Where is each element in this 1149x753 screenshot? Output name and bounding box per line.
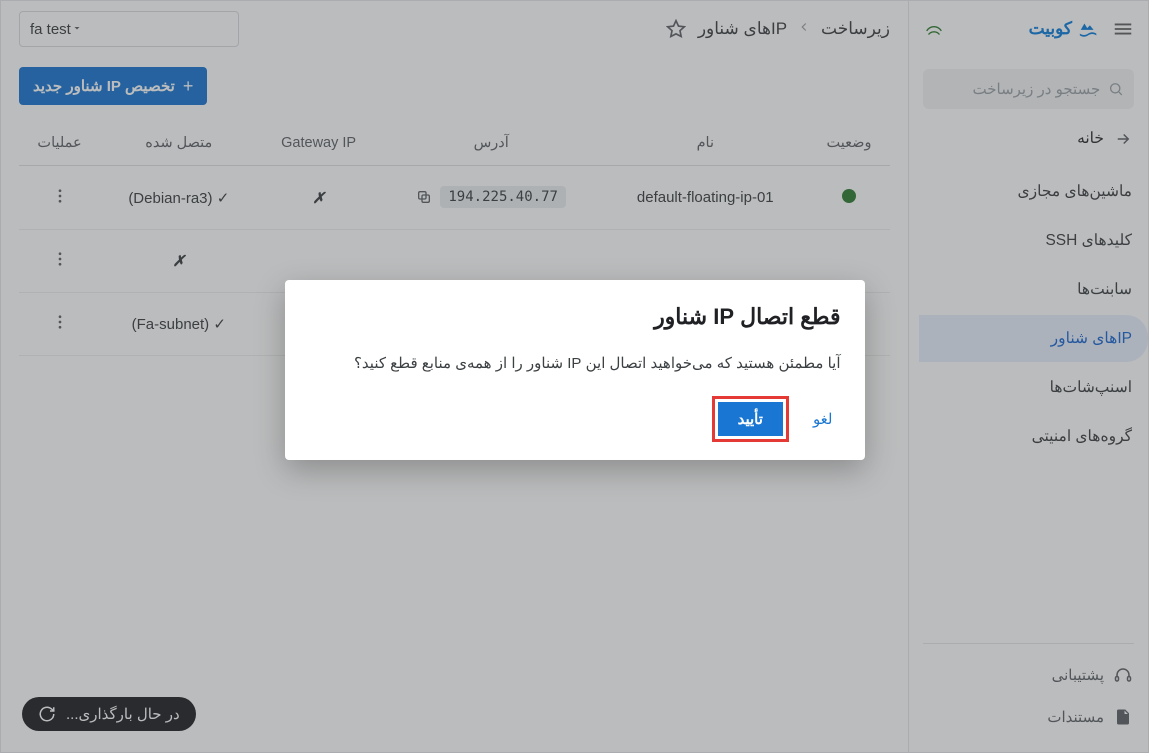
cancel-label: لغو [813, 411, 833, 428]
confirm-button[interactable]: تأیید [718, 402, 783, 436]
confirm-highlight: تأیید [712, 396, 789, 442]
modal-message: آیا مطمئن هستید که می‌خواهید اتصال این I… [309, 354, 841, 372]
modal-actions: تأیید لغو [309, 396, 841, 442]
cancel-button[interactable]: لغو [805, 404, 841, 434]
disconnect-modal: قطع اتصال IP شناور آیا مطمئن هستید که می… [285, 280, 865, 460]
modal-title: قطع اتصال IP شناور [309, 304, 841, 330]
confirm-label: تأیید [738, 411, 763, 428]
modal-overlay[interactable]: قطع اتصال IP شناور آیا مطمئن هستید که می… [0, 0, 1149, 753]
